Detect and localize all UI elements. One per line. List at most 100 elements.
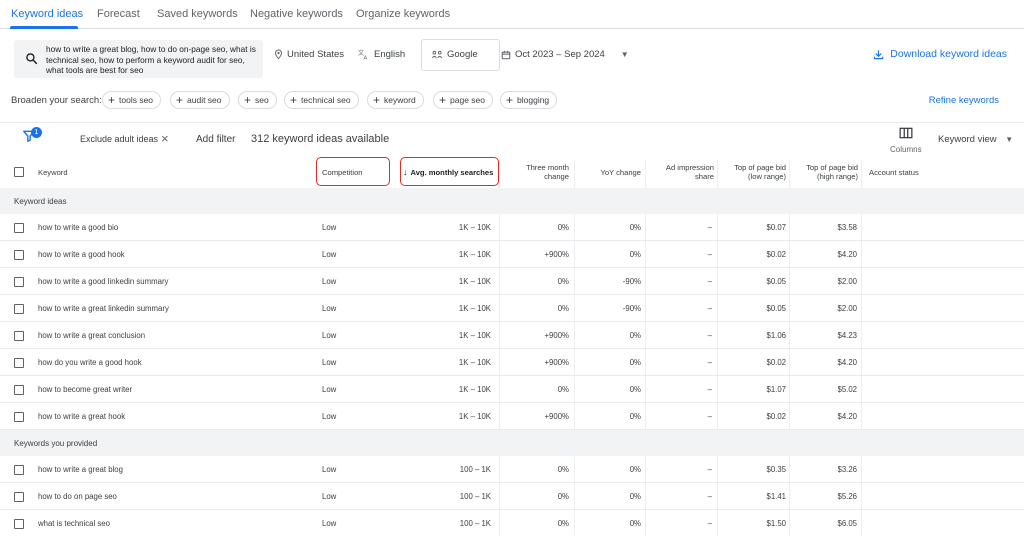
table-row[interactable]: how to do on page seo Low 100 – 1K 0% 0%… <box>0 483 1024 510</box>
competition-cell: Low <box>322 492 337 501</box>
ad-impression-cell: – <box>707 465 712 474</box>
table-row[interactable]: how to write a good linkedin summary Low… <box>0 268 1024 295</box>
competition-cell: Low <box>322 304 337 313</box>
section-header: Keywords you provided <box>0 430 1024 456</box>
bid-high-cell: $4.20 <box>837 412 857 421</box>
keyword-cell: how to write a great hook <box>38 412 126 421</box>
select-all-checkbox[interactable] <box>14 167 24 177</box>
column-header-bid-high[interactable]: Top of page bid (high range) <box>794 163 858 181</box>
row-checkbox[interactable] <box>14 519 24 529</box>
competition-cell: Low <box>322 331 337 340</box>
three-month-cell: +900% <box>544 250 570 259</box>
row-checkbox[interactable] <box>14 412 24 422</box>
bid-low-cell: $0.07 <box>766 223 786 232</box>
column-header-keyword[interactable]: Keyword <box>38 168 68 177</box>
table-row[interactable]: how to write a great linkedin summary Lo… <box>0 295 1024 322</box>
column-header-account-status[interactable]: Account status <box>869 168 919 177</box>
bid-low-cell: $0.02 <box>766 358 786 367</box>
yoy-cell: 0% <box>629 331 641 340</box>
highlight-box <box>400 157 499 186</box>
table-row[interactable]: how do you write a good hook Low 1K – 10… <box>0 349 1024 376</box>
keyword-view-label: Keyword view <box>938 134 997 145</box>
ad-impression-cell: – <box>707 519 712 528</box>
keyword-cell: how to become great writer <box>38 385 133 394</box>
row-checkbox[interactable] <box>14 223 24 233</box>
three-month-cell: 0% <box>557 223 569 232</box>
keyword-search-field[interactable]: how to write a great blog, how to do on-… <box>14 40 263 78</box>
searches-cell: 1K – 10K <box>458 277 491 286</box>
broaden-chip[interactable]: + tools seo <box>102 91 162 109</box>
yoy-cell: 0% <box>629 412 641 421</box>
refine-keywords-button[interactable]: Refine keywords <box>929 95 999 106</box>
broaden-chip[interactable]: + blogging <box>500 91 558 109</box>
keyword-view-selector[interactable]: Keyword view ▼ <box>938 134 1013 145</box>
keyword-cell: how to do on page seo <box>38 492 117 501</box>
tab-forecast[interactable]: Forecast <box>97 8 140 20</box>
bid-high-cell: $3.58 <box>837 223 857 232</box>
searches-cell: 1K – 10K <box>458 358 491 367</box>
ad-impression-cell: – <box>707 412 712 421</box>
svg-text:A: A <box>364 56 368 61</box>
competition-cell: Low <box>322 465 337 474</box>
bid-low-cell: $0.02 <box>766 412 786 421</box>
table-row[interactable]: what is technical seo Low 100 – 1K 0% 0%… <box>0 510 1024 536</box>
bid-high-cell: $2.00 <box>837 277 857 286</box>
language-selector[interactable]: 文A English <box>358 49 405 60</box>
three-month-cell: +900% <box>544 331 570 340</box>
plus-icon: + <box>373 93 381 107</box>
table-row[interactable]: how to write a great blog Low 100 – 1K 0… <box>0 456 1024 483</box>
row-checkbox[interactable] <box>14 465 24 475</box>
search-network-selector[interactable]: Google <box>421 39 500 71</box>
column-header-three-month-change[interactable]: Three month change <box>505 163 569 181</box>
broaden-chip[interactable]: + technical seo <box>284 91 359 109</box>
keyword-cell: how to write a good hook <box>38 250 125 259</box>
broaden-chip[interactable]: + page seo <box>433 91 493 109</box>
column-header-bid-low[interactable]: Top of page bid (low range) <box>723 163 786 181</box>
search-network-label: Google <box>447 49 478 60</box>
exclude-adult-ideas-filter[interactable]: Exclude adult ideas <box>80 134 158 144</box>
three-month-cell: +900% <box>544 358 570 367</box>
row-checkbox[interactable] <box>14 304 24 314</box>
chip-label: tools seo <box>119 95 154 105</box>
broaden-chip[interactable]: + seo <box>238 91 277 109</box>
tab-keyword-ideas[interactable]: Keyword ideas <box>11 8 83 20</box>
columns-icon[interactable] <box>899 127 913 139</box>
location-selector[interactable]: United States <box>274 49 344 60</box>
tab-saved-keywords[interactable]: Saved keywords <box>157 8 238 20</box>
broaden-chip[interactable]: + keyword <box>367 91 424 109</box>
keyword-cell: how to write a good bio <box>38 223 119 232</box>
keyword-cell: how to write a great conclusion <box>38 331 146 340</box>
column-header-ad-impression-share[interactable]: Ad impression share <box>651 163 714 181</box>
date-range-selector[interactable]: Oct 2023 – Sep 2024 ▼ <box>501 49 629 60</box>
competition-cell: Low <box>322 519 337 528</box>
close-icon[interactable]: × <box>161 131 169 146</box>
row-checkbox[interactable] <box>14 358 24 368</box>
competition-cell: Low <box>322 277 337 286</box>
row-checkbox[interactable] <box>14 492 24 502</box>
table-row[interactable]: how to write a great hook Low 1K – 10K +… <box>0 403 1024 430</box>
bid-high-cell: $3.26 <box>837 465 857 474</box>
broaden-chip[interactable]: + audit seo <box>170 91 230 109</box>
row-checkbox[interactable] <box>14 385 24 395</box>
table-row[interactable]: how to write a good hook Low 1K – 10K +9… <box>0 241 1024 268</box>
calendar-icon <box>501 50 511 59</box>
bid-low-cell: $1.07 <box>766 385 786 394</box>
table-row[interactable]: how to become great writer Low 1K – 10K … <box>0 376 1024 403</box>
row-checkbox[interactable] <box>14 250 24 260</box>
row-checkbox[interactable] <box>14 277 24 287</box>
columns-label: Columns <box>890 145 922 154</box>
row-checkbox[interactable] <box>14 331 24 341</box>
tab-negative-keywords[interactable]: Negative keywords <box>250 8 343 20</box>
table-row[interactable]: how to write a great conclusion Low 1K –… <box>0 322 1024 349</box>
add-filter-button[interactable]: Add filter <box>196 134 235 145</box>
table-row[interactable]: how to write a good bio Low 1K – 10K 0% … <box>0 214 1024 241</box>
column-header-yoy-change[interactable]: YoY change <box>583 168 641 177</box>
keyword-cell: how to write a good linkedin summary <box>38 277 169 286</box>
keyword-cell: what is technical seo <box>38 519 110 528</box>
tab-organize-keywords[interactable]: Organize keywords <box>356 8 450 20</box>
searches-cell: 1K – 10K <box>458 412 491 421</box>
chevron-down-icon: ▼ <box>620 50 629 59</box>
chevron-down-icon: ▼ <box>1005 135 1014 144</box>
download-keyword-ideas-button[interactable]: Download keyword ideas <box>873 48 1007 60</box>
network-icon <box>432 50 442 59</box>
